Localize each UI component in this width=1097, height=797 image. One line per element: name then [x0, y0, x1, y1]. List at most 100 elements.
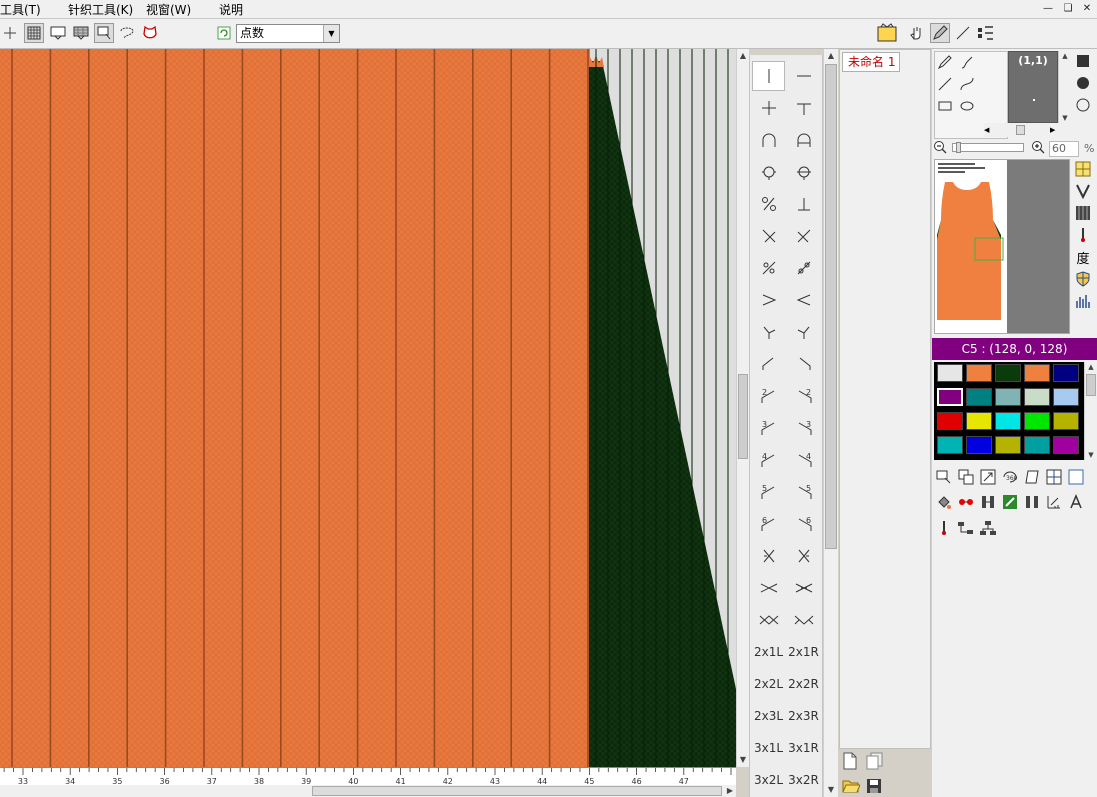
crosshair-icon[interactable] [0, 23, 20, 43]
paint-bucket-icon[interactable] [934, 492, 954, 512]
grid-icon[interactable] [24, 23, 44, 43]
text-tool-icon[interactable] [1066, 492, 1086, 512]
stitch-transfer-4-left-icon[interactable]: 4 [752, 445, 785, 475]
hscroll-thumb[interactable] [312, 786, 722, 796]
color-swatch[interactable] [995, 412, 1021, 430]
stitch-transfer-6-right-icon[interactable]: 6 [787, 509, 820, 539]
stitch-tee-icon[interactable] [787, 93, 820, 123]
stitch-cable-alt-icon[interactable] [787, 573, 820, 603]
stitch-chevron-left-icon[interactable] [787, 285, 820, 315]
scroll-down-icon[interactable]: ▼ [737, 753, 749, 767]
color-swatch[interactable] [966, 388, 992, 406]
stitch-cross-left-icon[interactable] [752, 221, 785, 251]
zoom-slider-thumb[interactable] [956, 142, 961, 153]
zoom-in-icon[interactable] [1030, 139, 1046, 155]
frame-select-icon[interactable] [48, 23, 68, 43]
color-swatch[interactable] [937, 364, 963, 382]
line-icon[interactable] [935, 74, 955, 94]
align-grid-icon[interactable] [1044, 467, 1064, 487]
stitch-x-right-icon[interactable] [787, 541, 820, 571]
line-tool-icon[interactable] [953, 23, 973, 43]
stitch-transfer-6-left-icon[interactable]: 6 [752, 509, 785, 539]
scroll-thumb[interactable] [738, 374, 748, 459]
zoom-input[interactable]: 60 [1049, 141, 1079, 157]
color-swatch[interactable] [966, 412, 992, 430]
lasso-icon[interactable] [117, 23, 137, 43]
navigator-hscroll[interactable]: ◀ ▶ [984, 123, 1060, 137]
document-tab[interactable]: 未命名 1 [842, 52, 900, 72]
zoom-slider[interactable] [952, 142, 1024, 153]
stitch-loop-bar-icon[interactable] [787, 157, 820, 187]
open-folder-icon[interactable] [842, 778, 861, 796]
scroll-right-icon[interactable]: ▶ [1050, 123, 1060, 137]
stitch-2x2r[interactable]: 2x2R [787, 669, 820, 699]
restore-icon[interactable]: ❏ [1060, 1, 1076, 16]
color-swatch[interactable] [1024, 388, 1050, 406]
brush-icon[interactable] [957, 52, 977, 72]
stitch-arch-bar-icon[interactable] [787, 125, 820, 155]
color-swatch[interactable] [937, 436, 963, 454]
stitch-double-cable-icon[interactable] [752, 605, 785, 635]
flow-down-icon[interactable] [978, 518, 998, 538]
stitch-3x2r[interactable]: 3x2R [787, 765, 820, 795]
stitch-cable-icon[interactable] [752, 573, 785, 603]
pattern-grid-icon[interactable] [71, 23, 91, 43]
measure-icon[interactable] [1044, 492, 1064, 512]
flow-right-icon[interactable] [956, 518, 976, 538]
color-swatch[interactable] [1053, 388, 1079, 406]
color-swatch[interactable] [966, 436, 992, 454]
layout-grid-icon[interactable] [1073, 159, 1093, 179]
rotate-360-icon[interactable]: 360 [1000, 467, 1020, 487]
stitch-slip-left-icon[interactable] [752, 253, 785, 283]
bar-chart-icon[interactable] [1073, 291, 1093, 311]
stitch-cross-right-icon[interactable] [787, 221, 820, 251]
stitch-chevron-right-icon[interactable] [752, 285, 785, 315]
degree-icon[interactable]: 度 [1073, 247, 1093, 267]
zoom-out-icon[interactable] [932, 139, 948, 155]
pattern-block-icon[interactable] [1073, 203, 1093, 223]
stitch-percent-icon[interactable] [752, 189, 785, 219]
color-swatch[interactable] [1053, 364, 1079, 382]
stitch-angle-left-icon[interactable] [752, 349, 785, 379]
select-copy-icon[interactable] [934, 467, 954, 487]
column-icon[interactable] [978, 492, 998, 512]
color-swatch[interactable] [995, 436, 1021, 454]
stitch-angle-right-icon[interactable] [787, 349, 820, 379]
needle-icon[interactable] [1073, 225, 1093, 245]
color-swatch[interactable] [937, 388, 963, 406]
scroll-up-icon[interactable]: ▲ [824, 49, 838, 63]
shield-icon[interactable] [1073, 269, 1093, 289]
color-swatch[interactable] [1024, 412, 1050, 430]
pen-icon[interactable] [930, 23, 950, 43]
color-swatch[interactable] [966, 364, 992, 382]
stitch-slip-right-icon[interactable] [787, 253, 820, 283]
stitch-transfer-2-left-icon[interactable]: 2 [752, 381, 785, 411]
save-icon[interactable] [866, 778, 884, 796]
mode-select[interactable]: 点数 ▼ [236, 24, 340, 43]
navigator-preview[interactable]: (1,1) [1008, 51, 1058, 123]
garment-mask-icon[interactable] [140, 23, 160, 43]
menu-help[interactable]: 说明 [219, 1, 243, 18]
stitch-y-right-icon[interactable] [787, 317, 820, 347]
scroll-thumb[interactable] [825, 64, 837, 549]
color-swatch[interactable] [1024, 364, 1050, 382]
filled-circle-icon[interactable] [1073, 73, 1093, 93]
knit-canvas[interactable] [0, 49, 736, 767]
stitch-transfer-4-right-icon[interactable]: 4 [787, 445, 820, 475]
stitch-3x2l[interactable]: 3x2L [752, 765, 785, 795]
canvas-vscrollbar[interactable]: ▲ ▼ [736, 49, 749, 767]
stitch-horizontal-line-icon[interactable] [787, 61, 820, 91]
pattern-tool-icon[interactable] [976, 23, 996, 43]
scroll-left-icon[interactable]: ◀ [984, 123, 994, 137]
stitch-y-left-icon[interactable] [752, 317, 785, 347]
menu-knit-tools[interactable]: 针织工具(K) [68, 1, 133, 18]
color-picker-icon[interactable] [876, 22, 898, 44]
scroll-down-icon[interactable]: ▼ [1085, 450, 1097, 460]
stitch-2x1l[interactable]: 2x1L [752, 637, 785, 667]
color-swatch[interactable] [1024, 436, 1050, 454]
navigator-vscroll[interactable]: ▲ ▼ [1058, 51, 1071, 123]
scroll-up-icon[interactable]: ▲ [737, 49, 749, 63]
select-region-icon[interactable] [94, 23, 114, 43]
ellipse-icon[interactable] [957, 96, 977, 116]
duplicate-icon[interactable] [956, 467, 976, 487]
